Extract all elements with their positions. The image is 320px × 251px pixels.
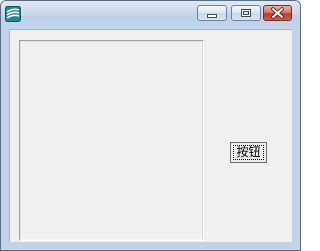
- action-button-label: 按钮: [236, 145, 261, 159]
- content-panel-inner: [20, 41, 203, 240]
- minimize-button[interactable]: [197, 5, 227, 21]
- app-window: 按钮: [0, 0, 301, 251]
- title-bar[interactable]: [1, 1, 300, 29]
- close-icon: [271, 7, 284, 19]
- maximize-icon: [241, 9, 251, 17]
- app-icon[interactable]: [5, 6, 21, 22]
- close-button[interactable]: [263, 5, 292, 21]
- content-panel: [19, 40, 204, 241]
- minimize-icon: [207, 14, 217, 18]
- action-button[interactable]: 按钮: [230, 142, 267, 163]
- client-area: 按钮: [9, 29, 292, 242]
- maximize-button[interactable]: [231, 5, 261, 21]
